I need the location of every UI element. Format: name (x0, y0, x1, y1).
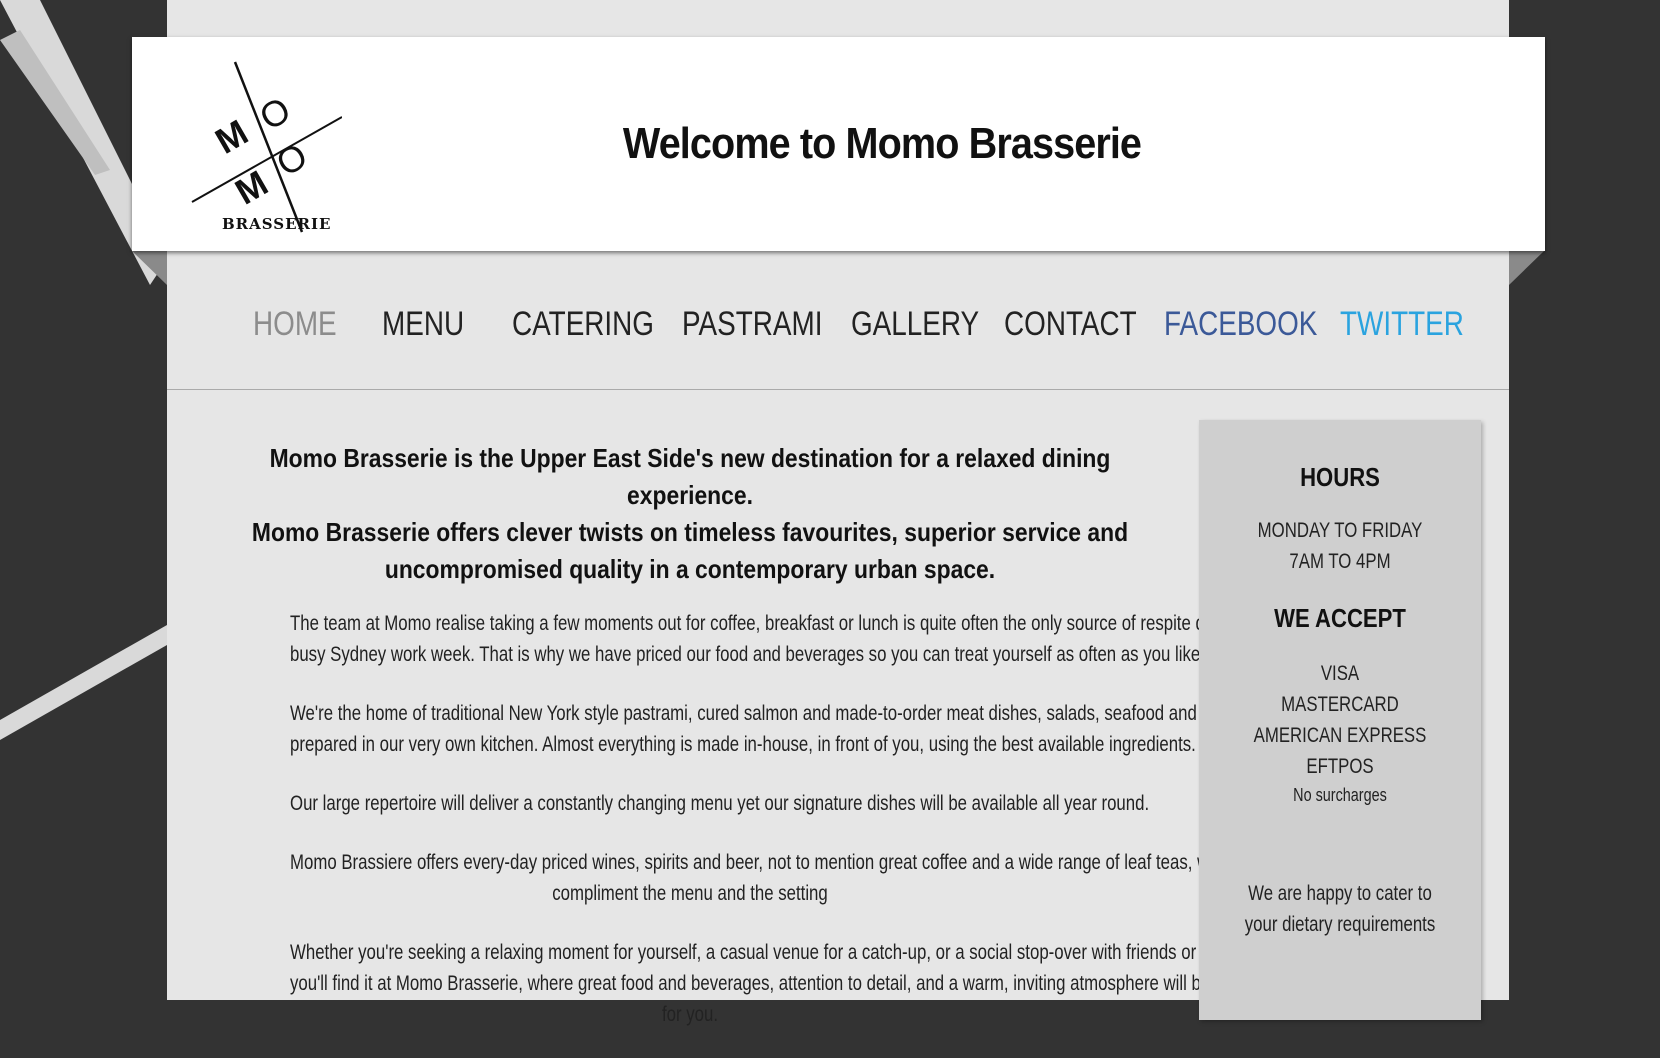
svg-text:O: O (269, 135, 314, 185)
paragraph-line: Momo Brassiere offers every-day priced w… (290, 851, 1241, 874)
nav-item-home[interactable]: HOME (253, 305, 337, 344)
hours-heading: HOURS (1300, 462, 1380, 492)
banner-fold-right (1509, 251, 1544, 285)
nav-item-twitter[interactable]: TWITTER (1340, 305, 1464, 344)
paragraph-line: We're the home of traditional New York s… (290, 702, 1290, 725)
accept-heading: WE ACCEPT (1274, 603, 1406, 633)
info-sidebar: HOURS MONDAY TO FRIDAY 7AM TO 4PM WE ACC… (1199, 420, 1481, 1020)
paragraph-line: Our large repertoire will deliver a cons… (290, 792, 1150, 815)
paragraph-priced: The team at Momo realise taking a few mo… (290, 608, 1257, 670)
lead-line: Momo Brasserie offers clever twists on t… (251, 517, 1129, 547)
paragraph-drinks: Momo Brassiere offers every-day priced w… (290, 847, 1241, 909)
logo-text: BRASSERIE (222, 215, 332, 233)
dietary-line: We are happy to cater to (1248, 882, 1432, 905)
paragraph-atmosphere: Whether you're seeking a relaxing moment… (290, 937, 1286, 1030)
paragraph-line: for you. (661, 1003, 719, 1026)
paragraph-line: The team at Momo realise taking a few mo… (290, 612, 1257, 635)
payment-method: AMERICAN EXPRESS (1253, 724, 1427, 747)
dietary-line: your dietary requirements (1244, 913, 1436, 936)
hours-line: 7AM TO 4PM (1289, 550, 1391, 573)
surcharge-note: No surcharges (1293, 785, 1387, 805)
svg-text:M: M (208, 111, 254, 162)
nav-item-facebook[interactable]: FACEBOOK (1164, 305, 1317, 344)
header-banner: M O M O BRASSERIE Welcome to Momo Brasse… (132, 37, 1545, 251)
payment-method: EFTPOS (1306, 755, 1374, 778)
nav-item-pastrami[interactable]: PASTRAMI (682, 305, 822, 344)
lead-line: uncompromised quality in a contemporary … (384, 554, 996, 584)
svg-text:M: M (228, 162, 274, 213)
paragraph-line: you'll find it at Momo Brasserie, where … (290, 972, 1268, 995)
hours-line: MONDAY TO FRIDAY (1257, 519, 1423, 542)
paragraph-line: Whether you're seeking a relaxing moment… (290, 941, 1286, 964)
nav-item-menu[interactable]: MENU (382, 305, 464, 344)
main-content: Momo Brasserie is the Upper East Side's … (190, 440, 1290, 1058)
paragraph-line: prepared in our very own kitchen. Almost… (290, 733, 1196, 756)
page-title: Welcome to Momo Brasserie (622, 119, 1142, 168)
banner-fold-left (132, 251, 167, 285)
lead-line: Momo Brasserie is the Upper East Side's … (269, 443, 1111, 510)
intro-lead: Momo Brasserie is the Upper East Side's … (250, 440, 1130, 588)
payment-method: MASTERCARD (1281, 693, 1399, 716)
payment-method: VISA (1320, 662, 1360, 685)
paragraph-repertoire: Our large repertoire will deliver a cons… (290, 788, 1150, 819)
momo-logo-icon: M O M O (191, 61, 342, 233)
nav-item-gallery[interactable]: GALLERY (851, 305, 979, 344)
paragraph-line: compliment the menu and the setting (552, 882, 828, 905)
nav-divider (167, 389, 1509, 390)
main-nav: HOME MENU CATERING PASTRAMI GALLERY CONT… (167, 295, 1509, 355)
paragraph-pastrami: We're the home of traditional New York s… (290, 698, 1290, 760)
svg-text:O: O (253, 89, 298, 139)
nav-item-contact[interactable]: CONTACT (1004, 305, 1137, 344)
paragraph-line: busy Sydney work week. That is why we ha… (290, 643, 1205, 666)
nav-item-catering[interactable]: CATERING (512, 305, 654, 344)
